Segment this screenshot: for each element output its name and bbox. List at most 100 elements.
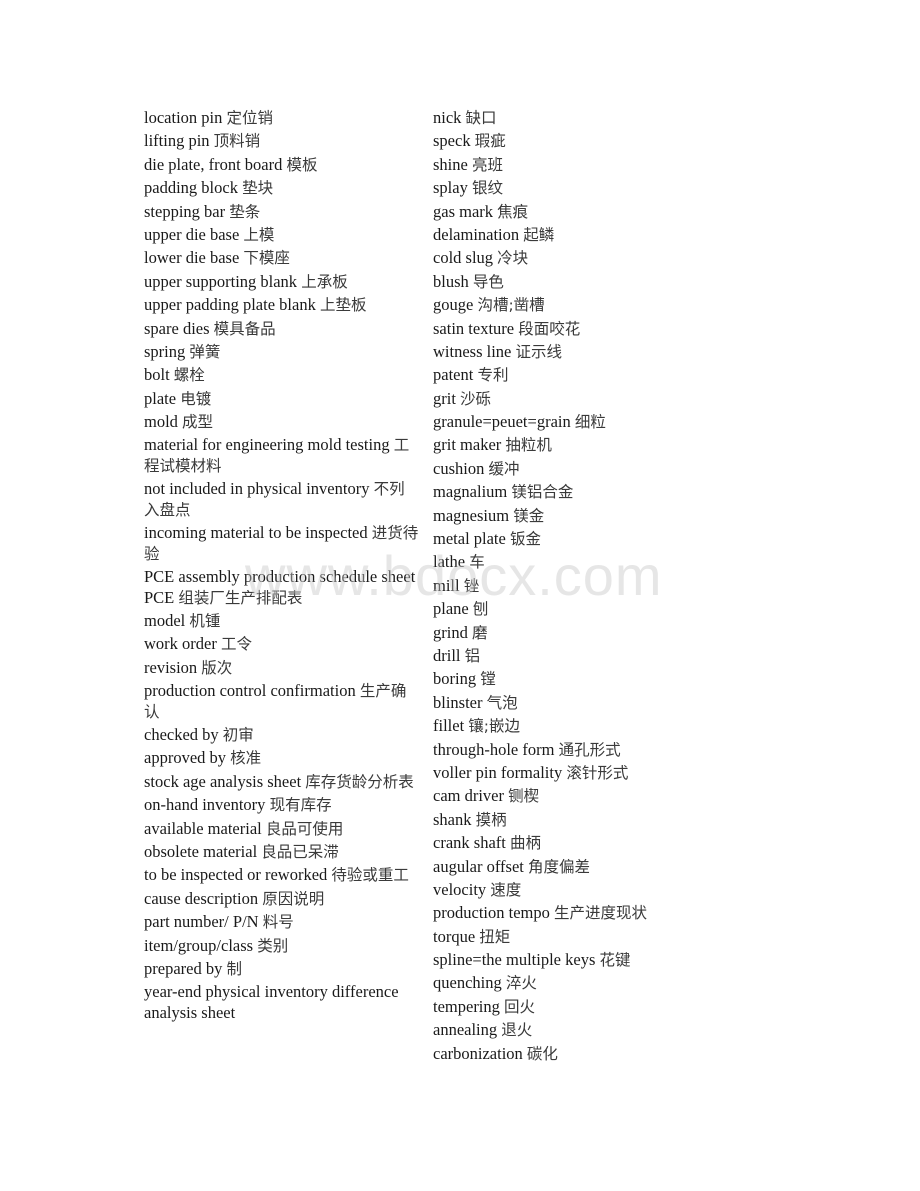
term-english: splay (433, 178, 468, 198)
glossary-entry: tempering 回火 (433, 997, 723, 1018)
term-english: model (144, 611, 186, 631)
term-english: carbonization (433, 1043, 523, 1063)
term-english: approved by (144, 748, 227, 768)
term-chinese: 上模 (243, 225, 275, 244)
glossary-entry: bolt 螺栓 (144, 365, 419, 386)
glossary-entry: obsolete material 良品已呆滞 (144, 842, 419, 863)
term-chinese: 现有库存 (269, 796, 332, 815)
term-chinese: 下模座 (243, 249, 290, 268)
term-english: bolt (144, 365, 170, 385)
glossary-entry: cushion 缓冲 (433, 459, 723, 480)
glossary-entry: production control confirmation 生产确认 (144, 681, 419, 722)
term-chinese: 抽粒机 (505, 436, 552, 455)
term-chinese: 气泡 (486, 693, 518, 712)
glossary-entry: cause description 原因说明 (144, 889, 419, 910)
term-english: plane (433, 599, 469, 619)
glossary-entry: crank shaft 曲柄 (433, 833, 723, 854)
term-chinese: 钣金 (509, 530, 541, 549)
term-chinese: 车 (469, 553, 485, 572)
glossary-entry: part number/ P/N 料号 (144, 912, 419, 933)
term-english: patent (433, 365, 474, 385)
term-chinese: 缓冲 (488, 459, 520, 478)
term-chinese: 段面咬花 (518, 319, 581, 338)
term-chinese: 碳化 (526, 1044, 558, 1063)
term-chinese: 曲柄 (509, 834, 541, 853)
term-chinese: 弹簧 (189, 342, 221, 361)
glossary-entry: plate 电镀 (144, 389, 419, 410)
term-chinese: 专利 (477, 366, 509, 385)
glossary-entry: lower die base 下模座 (144, 248, 419, 269)
term-chinese: 机锺 (189, 612, 221, 631)
term-chinese: 锉 (463, 576, 480, 595)
term-chinese: 铝 (464, 646, 481, 665)
glossary-entry: delamination 起鳞 (433, 225, 723, 246)
term-chinese: 上承板 (301, 272, 348, 291)
glossary-entry: grind 磨 (433, 623, 723, 644)
term-chinese: 顶料销 (213, 132, 261, 151)
glossary-entry: splay 银纹 (433, 178, 723, 199)
term-chinese: 刨 (472, 600, 489, 619)
term-chinese: 淬火 (505, 974, 537, 993)
term-english: checked by (144, 725, 219, 745)
glossary-entry: augular offset 角度偏差 (433, 857, 723, 878)
glossary-entry: cam driver 铡楔 (433, 786, 723, 807)
term-chinese: 垫块 (242, 179, 274, 198)
term-english: augular offset (433, 856, 524, 876)
term-english: not included in physical inventory (144, 479, 370, 499)
term-english: grind (433, 622, 468, 642)
term-english: nick (433, 108, 462, 127)
term-chinese: 亮班 (471, 155, 503, 174)
term-chinese: 初审 (222, 726, 254, 745)
term-chinese: 铡楔 (508, 787, 540, 806)
term-english: incoming material to be inspected (144, 523, 368, 543)
term-english: mill (433, 575, 460, 595)
term-english: spline=the multiple keys (433, 950, 596, 970)
term-chinese: 库存货龄分析表 (305, 772, 414, 791)
term-english: boring (433, 669, 477, 689)
glossary-entry: production tempo 生产进度现状 (433, 903, 723, 924)
glossary-entry: voller pin formality 滚针形式 (433, 763, 723, 784)
term-chinese: 类别 (257, 936, 289, 955)
term-english: annealing (433, 1020, 498, 1040)
glossary-entry: plane 刨 (433, 599, 723, 620)
glossary-entry: satin texture 段面咬花 (433, 319, 723, 340)
term-english: lifting pin (144, 131, 210, 151)
term-english: location pin (144, 108, 223, 127)
term-chinese: 细粒 (574, 413, 606, 432)
term-english: work order (144, 634, 217, 654)
glossary-entry: upper die base 上模 (144, 225, 419, 246)
term-english: magnalium (433, 482, 508, 502)
term-chinese: 缺口 (465, 109, 497, 127)
glossary-entry: cold slug 冷块 (433, 248, 723, 269)
term-english: gouge (433, 295, 474, 315)
term-chinese: 摸柄 (475, 810, 507, 829)
term-chinese: 花键 (599, 951, 631, 970)
term-english: cushion (433, 458, 485, 478)
term-english: through-hole form (433, 739, 555, 759)
term-chinese: 定位销 (226, 109, 273, 127)
term-chinese: 镁铝合金 (511, 483, 574, 502)
term-english: lathe (433, 552, 466, 572)
term-english: gas mark (433, 201, 494, 221)
term-english: velocity (433, 879, 487, 899)
term-chinese: 镶;嵌边 (468, 717, 521, 736)
glossary-entry: on-hand inventory 现有库存 (144, 795, 419, 816)
glossary-entry: checked by 初审 (144, 725, 419, 746)
document-page: location pin 定位销 lifting pin 顶料销 die plate… (0, 0, 920, 1191)
glossary-entry: incoming material to be inspected 进货待验 (144, 523, 419, 564)
glossary-entry: item/group/class 类别 (144, 936, 419, 957)
glossary-entry: gouge 沟槽;凿槽 (433, 295, 723, 316)
term-english: item/group/class (144, 935, 254, 955)
term-chinese: 退火 (501, 1021, 533, 1040)
glossary-entry: upper supporting blank 上承板 (144, 272, 419, 293)
glossary-entry: fillet 镶;嵌边 (433, 716, 723, 737)
term-chinese: 模板 (286, 155, 318, 174)
glossary-entry: magnalium 镁铝合金 (433, 482, 723, 503)
glossary-entry: spline=the multiple keys 花键 (433, 950, 723, 971)
glossary-entry: patent 专利 (433, 365, 723, 386)
term-chinese: 导色 (472, 272, 504, 291)
term-chinese: 组装厂生产排配表 (178, 588, 303, 607)
glossary-entry: year-end physical inventory difference a… (144, 982, 419, 1023)
term-english: tempering (433, 996, 500, 1016)
glossary-entry: mold 成型 (144, 412, 419, 433)
